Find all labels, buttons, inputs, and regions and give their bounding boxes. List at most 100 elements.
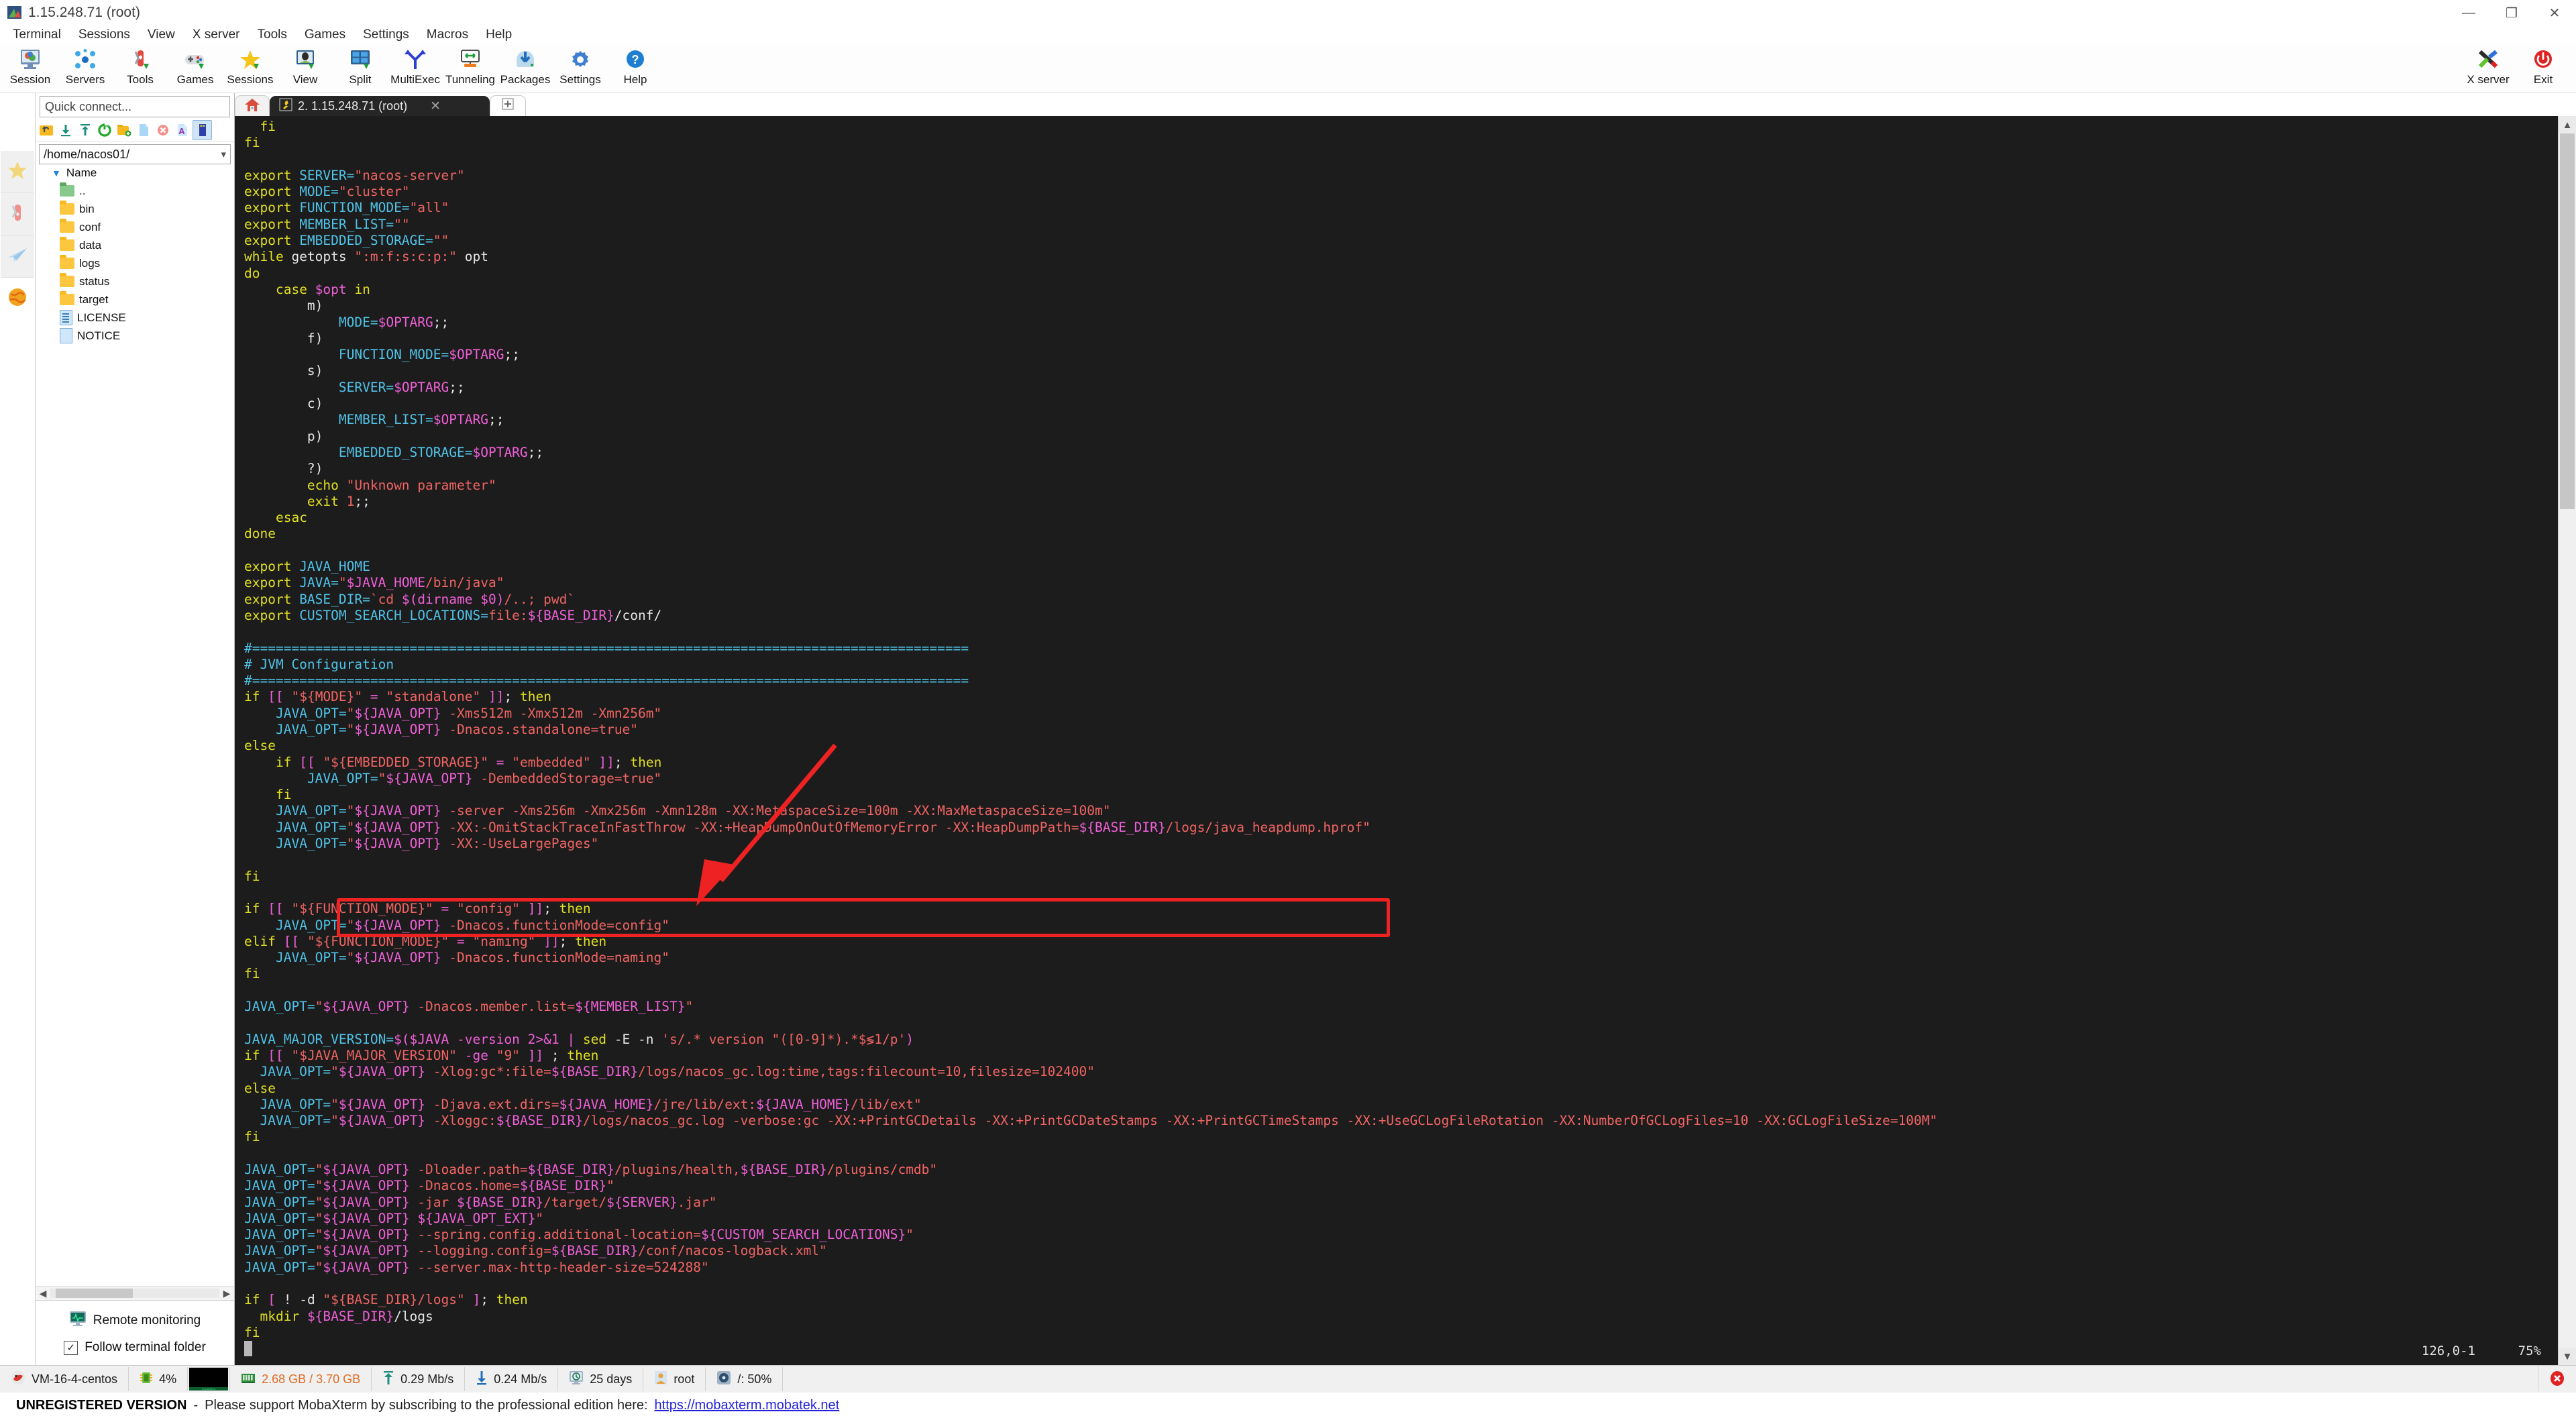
folder-icon: [60, 255, 74, 269]
toolbar-settings[interactable]: Settings: [553, 44, 608, 94]
status-user[interactable]: root: [643, 1367, 706, 1391]
remote-monitoring-button[interactable]: Remote monitoring: [69, 1311, 201, 1331]
menu-help[interactable]: Help: [477, 26, 521, 44]
tab-close-icon[interactable]: ✕: [430, 99, 441, 114]
footer-link[interactable]: https://mobaxterm.mobatek.net: [655, 1398, 840, 1413]
rail-web-button[interactable]: [1, 278, 34, 319]
tab-session-active[interactable]: 2. 1.15.248.71 (root) ✕: [270, 96, 490, 116]
toolbar-help[interactable]: ? Help: [608, 44, 663, 94]
upload-icon[interactable]: [76, 121, 94, 140]
maximize-button[interactable]: ❐: [2490, 0, 2533, 25]
toolbar-packages[interactable]: Packages: [498, 44, 553, 94]
menu-macros[interactable]: Macros: [418, 26, 477, 44]
text-edit-icon[interactable]: A: [173, 121, 191, 140]
sftp-column-header[interactable]: ▼ Name: [36, 164, 234, 182]
new-folder-icon[interactable]: [115, 121, 133, 140]
binary-view-icon[interactable]: [193, 120, 212, 140]
terminal-screen[interactable]: fi fi export SERVER="nacos-server" expor…: [235, 116, 2576, 1365]
quick-connect-input[interactable]: Quick connect...: [40, 96, 230, 117]
toolbar-view[interactable]: View: [278, 44, 333, 94]
follow-terminal-folder-row[interactable]: ✓ Follow terminal folder: [64, 1340, 206, 1355]
svg-text:A: A: [178, 126, 185, 136]
menu-games[interactable]: Games: [296, 26, 354, 44]
file-icon: [60, 328, 72, 343]
split-icon: [349, 47, 372, 72]
menu-view[interactable]: View: [139, 26, 184, 44]
user-icon: [654, 1370, 667, 1388]
toolbar-session[interactable]: Session: [3, 44, 58, 94]
minimize-button[interactable]: —: [2447, 0, 2490, 25]
globe-web-icon: [7, 287, 28, 311]
list-item[interactable]: logs: [36, 254, 234, 272]
folder-icon: [60, 219, 74, 233]
status-disk[interactable]: /: 50%: [706, 1367, 784, 1391]
terminal-vertical-scrollbar[interactable]: ▲ ▼: [2558, 116, 2576, 1365]
list-item[interactable]: LICENSE: [36, 309, 234, 327]
list-item[interactable]: target: [36, 290, 234, 309]
help-icon: ?: [624, 47, 647, 72]
toolbar-servers[interactable]: Servers: [58, 44, 113, 94]
remote-monitoring-label: Remote monitoring: [93, 1313, 201, 1327]
scroll-up-icon[interactable]: ▲: [2559, 116, 2576, 133]
status-uptime[interactable]: 25 days: [558, 1367, 644, 1391]
close-status-icon[interactable]: [2538, 1366, 2576, 1391]
toolbar-tunneling[interactable]: Tunneling: [443, 44, 498, 94]
status-sparkline[interactable]: mobaxterm: [188, 1367, 231, 1391]
rail-send-button[interactable]: [1, 235, 34, 278]
new-file-icon[interactable]: [134, 121, 152, 140]
toolbar-sessions[interactable]: Sessions: [223, 44, 278, 94]
toolbar-split[interactable]: Split: [333, 44, 388, 94]
list-item[interactable]: bin: [36, 200, 234, 218]
menu-settings[interactable]: Settings: [354, 26, 418, 44]
sftp-column-header-name: Name: [66, 166, 97, 179]
tab-add-button[interactable]: [490, 95, 526, 116]
toolbar-games[interactable]: Games: [168, 44, 223, 94]
menu-xserver[interactable]: X server: [184, 26, 249, 44]
list-item[interactable]: ..: [36, 182, 234, 200]
rail-tools-button[interactable]: [1, 193, 34, 235]
xserver-icon: [2477, 47, 2500, 72]
scroll-left-icon[interactable]: ◀: [36, 1288, 50, 1299]
toolbar-sessions-label: Sessions: [227, 73, 274, 86]
svg-text:mobaxterm: mobaxterm: [202, 1387, 216, 1390]
toolbar-exit[interactable]: Exit: [2516, 44, 2571, 94]
status-cpu[interactable]: 4%: [129, 1367, 189, 1391]
sftp-file-tree[interactable]: .. bin conf data logs status target LICE…: [36, 182, 234, 1286]
session-icon: [19, 47, 42, 72]
terminal-scroll-thumb[interactable]: [2560, 133, 2575, 509]
rail-favorites-button[interactable]: [1, 151, 34, 193]
close-window-button[interactable]: ✕: [2533, 0, 2576, 25]
list-item[interactable]: data: [36, 236, 234, 254]
menu-sessions[interactable]: Sessions: [70, 26, 139, 44]
status-hostname[interactable]: VM-16-4-centos: [0, 1367, 129, 1391]
menu-terminal[interactable]: Terminal: [4, 26, 70, 44]
list-item[interactable]: status: [36, 272, 234, 290]
scroll-right-icon[interactable]: ▶: [219, 1288, 234, 1299]
scroll-down-icon[interactable]: ▼: [2559, 1348, 2576, 1365]
toolbar-multiexec[interactable]: MultiExec: [388, 44, 443, 94]
sftp-path-input[interactable]: /home/nacos01/ ▾: [39, 144, 231, 164]
upload-parent-icon[interactable]: [37, 121, 55, 140]
scroll-thumb[interactable]: [56, 1289, 133, 1298]
status-upload[interactable]: 0.29 Mb/s: [372, 1367, 466, 1391]
follow-terminal-folder-checkbox[interactable]: ✓: [64, 1340, 78, 1355]
status-download[interactable]: 0.24 Mb/s: [465, 1367, 559, 1391]
exit-power-icon: [2532, 47, 2555, 72]
download-icon[interactable]: [56, 121, 74, 140]
list-item[interactable]: conf: [36, 218, 234, 236]
toolbar-xserver[interactable]: X server: [2461, 44, 2516, 94]
tab-home[interactable]: [235, 95, 270, 116]
sftp-horizontal-scrollbar[interactable]: ◀ ▶: [36, 1286, 234, 1300]
scroll-track[interactable]: [50, 1289, 219, 1298]
menu-tools[interactable]: Tools: [249, 26, 296, 44]
status-memory[interactable]: 2.68 GB / 3.70 GB: [230, 1367, 372, 1391]
status-download-label: 0.24 Mb/s: [494, 1372, 547, 1386]
list-item[interactable]: NOTICE: [36, 327, 234, 345]
delete-icon[interactable]: [154, 121, 172, 140]
disk-icon: [716, 1370, 731, 1388]
chevron-down-icon[interactable]: ▾: [221, 148, 226, 160]
refresh-icon[interactable]: [95, 121, 113, 140]
follow-terminal-folder-label: Follow terminal folder: [85, 1340, 206, 1354]
toolbar-tools[interactable]: Tools: [113, 44, 168, 94]
servers-icon: [74, 47, 97, 72]
